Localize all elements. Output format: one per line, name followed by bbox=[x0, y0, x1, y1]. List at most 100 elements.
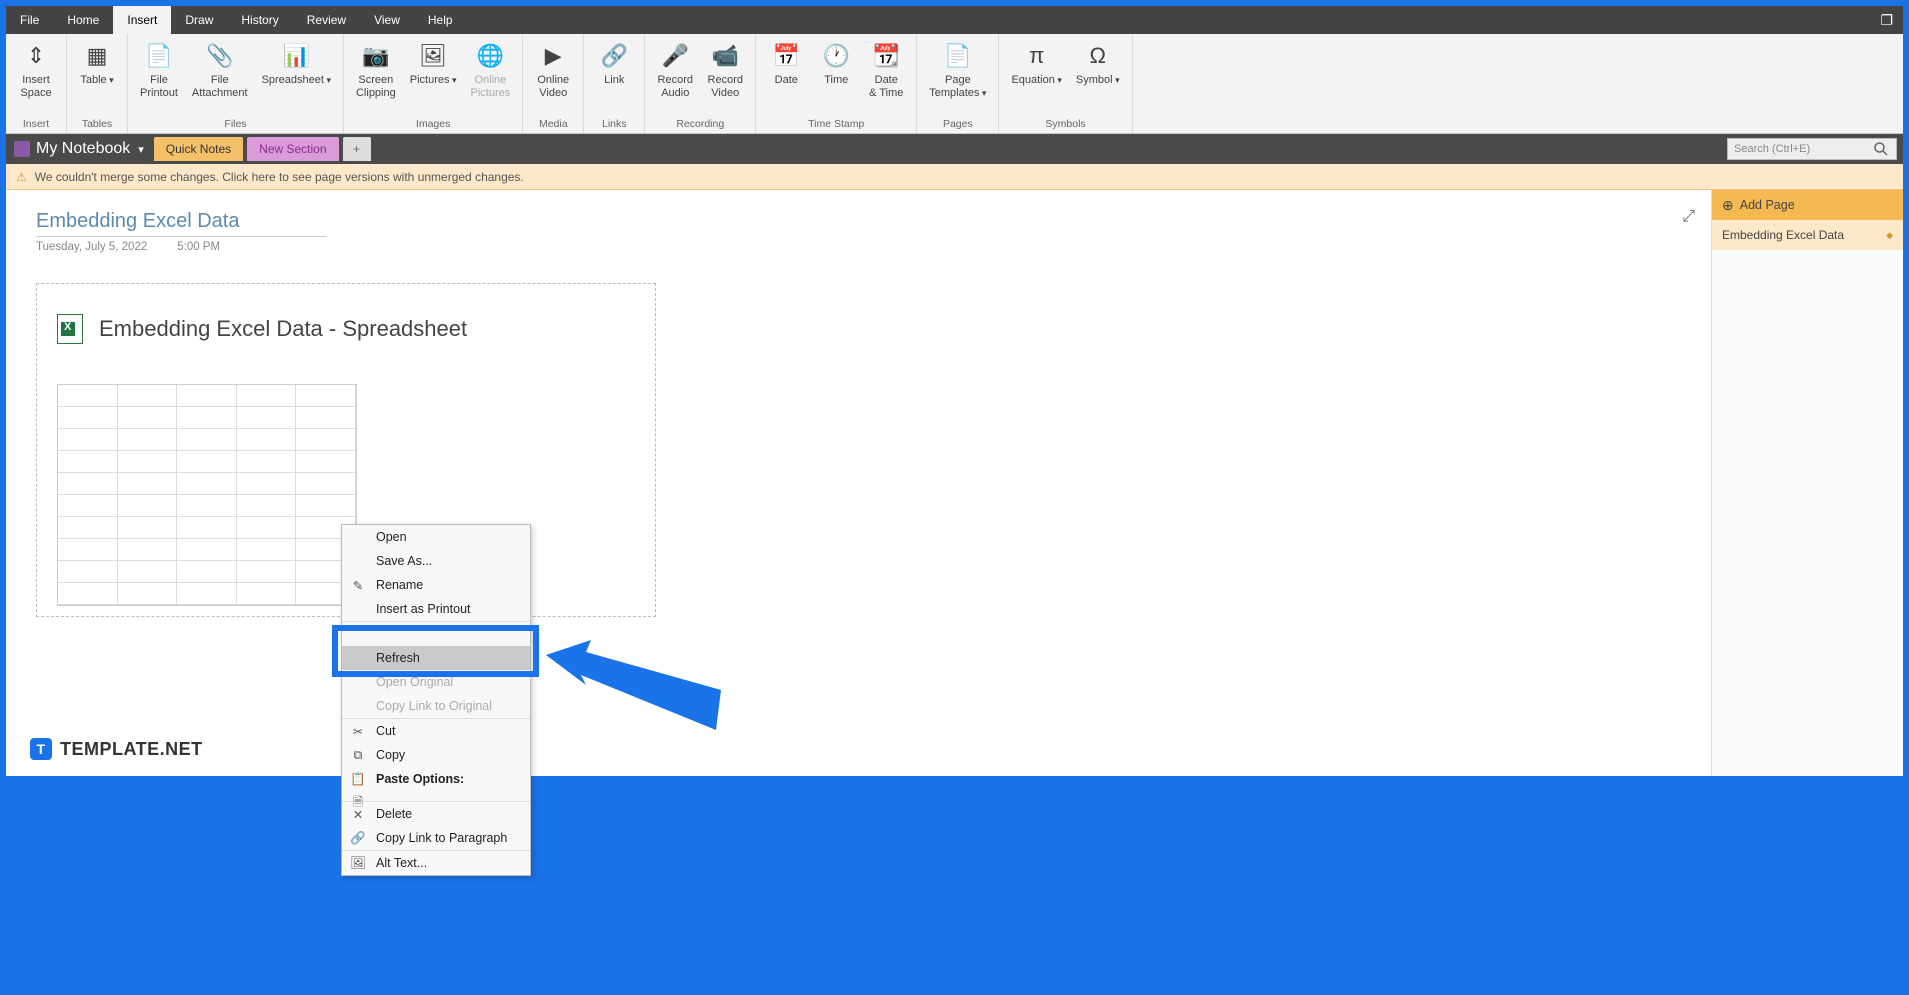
page-templates-icon: 📄 bbox=[942, 40, 974, 72]
add-page-button[interactable]: Add Page bbox=[1712, 190, 1903, 220]
ribbon-group-links: 🔗LinkLinks bbox=[584, 34, 645, 133]
paste-icon: 📋 bbox=[350, 771, 366, 787]
ribbon-group-label: Links bbox=[602, 116, 627, 133]
record-video-label: RecordVideo bbox=[708, 74, 743, 99]
ribbon-group-label: Media bbox=[539, 116, 568, 133]
ribbon-link[interactable]: 🔗Link bbox=[590, 38, 638, 116]
insert-space-icon: ⇕ bbox=[20, 40, 52, 72]
embed-title-row: Embedding Excel Data - Spreadsheet bbox=[57, 314, 635, 344]
time-icon: 🕐 bbox=[820, 40, 852, 72]
tab-add[interactable]: + bbox=[343, 137, 371, 161]
equation-icon: π bbox=[1021, 40, 1053, 72]
ribbon-screen-clipping[interactable]: 📷ScreenClipping bbox=[350, 38, 402, 116]
ribbon-record-audio[interactable]: 🎤RecordAudio bbox=[651, 38, 699, 116]
ctx-cut[interactable]: ✂Cut bbox=[342, 719, 530, 743]
page-canvas[interactable]: Embedding Excel Data Tuesday, July 5, 20… bbox=[6, 190, 1711, 776]
date-icon: 📅 bbox=[770, 40, 802, 72]
ribbon-spreadsheet[interactable]: 📊Spreadsheet bbox=[256, 38, 337, 116]
ribbon-time[interactable]: 🕐 Time bbox=[812, 38, 860, 116]
embed-title: Embedding Excel Data - Spreadsheet bbox=[99, 316, 467, 342]
expand-icon[interactable]: ⤢ bbox=[1682, 208, 1695, 226]
file-attachment-label: FileAttachment bbox=[192, 74, 248, 99]
ribbon-group-label: Tables bbox=[82, 116, 112, 133]
ribbon-group-recording: 🎤RecordAudio📹RecordVideoRecording bbox=[645, 34, 756, 133]
alt-text-icon: 🖼 bbox=[350, 855, 366, 871]
ctx-insert-printout[interactable]: Insert as Printout bbox=[342, 597, 530, 622]
ctx-hidden-item bbox=[342, 622, 530, 646]
ribbon-group-label: Pages bbox=[943, 116, 973, 133]
ribbon-group-tables: ▦TableTables bbox=[67, 34, 128, 133]
page-title[interactable]: Embedding Excel Data bbox=[36, 210, 326, 237]
ribbon-date-time[interactable]: 📆Date& Time bbox=[862, 38, 910, 116]
pictures-label: Pictures bbox=[410, 74, 457, 87]
menu-home[interactable]: Home bbox=[53, 6, 113, 34]
ctx-copy-link-paragraph[interactable]: 🔗Copy Link to Paragraph bbox=[342, 826, 530, 851]
merge-warning-bar[interactable]: ⚠ We couldn't merge some changes. Click … bbox=[6, 164, 1903, 190]
warning-icon: ⚠ bbox=[16, 170, 27, 184]
tab-quick-notes[interactable]: Quick Notes bbox=[154, 137, 243, 161]
ribbon-group-label: Files bbox=[224, 116, 246, 133]
search-input[interactable]: Search (Ctrl+E) bbox=[1727, 138, 1897, 160]
ribbon-date[interactable]: 📅 Date bbox=[762, 38, 810, 116]
ctx-alt-text[interactable]: 🖼Alt Text... bbox=[342, 851, 530, 875]
copy-icon: ⧉ bbox=[350, 747, 366, 763]
ctx-copy[interactable]: ⧉Copy bbox=[342, 743, 530, 767]
ribbon: ⇕InsertSpaceInsert▦TableTables📄FilePrint… bbox=[6, 34, 1903, 134]
menu-insert[interactable]: Insert bbox=[113, 6, 171, 34]
spreadsheet-icon: 📊 bbox=[280, 40, 312, 72]
date-time-label: Date& Time bbox=[869, 74, 903, 99]
screen-clipping-icon: 📷 bbox=[360, 40, 392, 72]
tab-new-section[interactable]: New Section bbox=[247, 137, 338, 161]
ribbon-record-video[interactable]: 📹RecordVideo bbox=[701, 38, 749, 116]
page-date: Tuesday, July 5, 2022 bbox=[36, 241, 147, 253]
ribbon-symbol[interactable]: ΩSymbol bbox=[1070, 38, 1126, 116]
online-pictures-icon: 🌐 bbox=[474, 40, 506, 72]
link-icon: 🔗 bbox=[598, 40, 630, 72]
menu-file[interactable]: File bbox=[6, 6, 53, 34]
notebook-selector[interactable]: My Notebook bbox=[30, 140, 150, 158]
time-label: Time bbox=[824, 74, 848, 87]
online-video-icon: ▶ bbox=[537, 40, 569, 72]
ribbon-group-pages: 📄PageTemplatesPages bbox=[917, 34, 999, 133]
rename-icon: ✎ bbox=[350, 577, 366, 593]
menu-help[interactable]: Help bbox=[414, 6, 467, 34]
date-time-icon: 📆 bbox=[870, 40, 902, 72]
watermark: T TEMPLATE.NET bbox=[30, 738, 203, 760]
ctx-delete[interactable]: ✕Delete bbox=[342, 802, 530, 826]
ribbon-group-label: Time Stamp bbox=[808, 116, 864, 133]
excel-icon bbox=[57, 314, 83, 344]
file-printout-icon: 📄 bbox=[143, 40, 175, 72]
ribbon-online-video[interactable]: ▶OnlineVideo bbox=[529, 38, 577, 116]
ribbon-group-files: 📄FilePrintout📎FileAttachment📊Spreadsheet… bbox=[128, 34, 344, 133]
ribbon-table[interactable]: ▦Table bbox=[73, 38, 121, 116]
page-list-panel: Add Page Embedding Excel Data bbox=[1711, 190, 1903, 776]
date-label: Date bbox=[775, 74, 798, 87]
ribbon-file-printout[interactable]: 📄FilePrintout bbox=[134, 38, 184, 116]
menubar: File Home Insert Draw History Review Vie… bbox=[6, 6, 1903, 34]
ribbon-group-media: ▶OnlineVideoMedia bbox=[523, 34, 584, 133]
menu-history[interactable]: History bbox=[227, 6, 292, 34]
ribbon-group-images: 📷ScreenClipping🖼Pictures🌐OnlinePicturesI… bbox=[344, 34, 523, 133]
pictures-icon: 🖼 bbox=[417, 40, 449, 72]
ribbon-group-symbols: πEquationΩSymbolSymbols bbox=[999, 34, 1132, 133]
warning-text: We couldn't merge some changes. Click he… bbox=[35, 170, 524, 184]
page-list-item[interactable]: Embedding Excel Data bbox=[1712, 220, 1903, 250]
ctx-rename[interactable]: ✎Rename bbox=[342, 573, 530, 597]
menu-view[interactable]: View bbox=[360, 6, 414, 34]
record-video-icon: 📹 bbox=[709, 40, 741, 72]
ctx-open[interactable]: Open bbox=[342, 525, 530, 549]
record-audio-label: RecordAudio bbox=[658, 74, 693, 99]
ribbon-page-templates[interactable]: 📄PageTemplates bbox=[923, 38, 992, 116]
menu-draw[interactable]: Draw bbox=[171, 6, 227, 34]
page-timestamp: Tuesday, July 5, 2022 5:00 PM bbox=[36, 241, 1681, 253]
ribbon-insert-space[interactable]: ⇕InsertSpace bbox=[12, 38, 60, 116]
menu-review[interactable]: Review bbox=[293, 6, 360, 34]
ctx-paste-option-1[interactable]: 🗎 bbox=[342, 791, 530, 802]
ctx-refresh[interactable]: Refresh bbox=[342, 646, 530, 670]
ribbon-file-attachment[interactable]: 📎FileAttachment bbox=[186, 38, 254, 116]
ribbon-equation[interactable]: πEquation bbox=[1005, 38, 1067, 116]
ribbon-pictures[interactable]: 🖼 Pictures bbox=[404, 38, 463, 116]
ctx-save-as[interactable]: Save As... bbox=[342, 549, 530, 573]
window-restore-icon[interactable]: ❐ bbox=[1870, 12, 1903, 29]
spreadsheet-preview[interactable] bbox=[57, 384, 357, 606]
